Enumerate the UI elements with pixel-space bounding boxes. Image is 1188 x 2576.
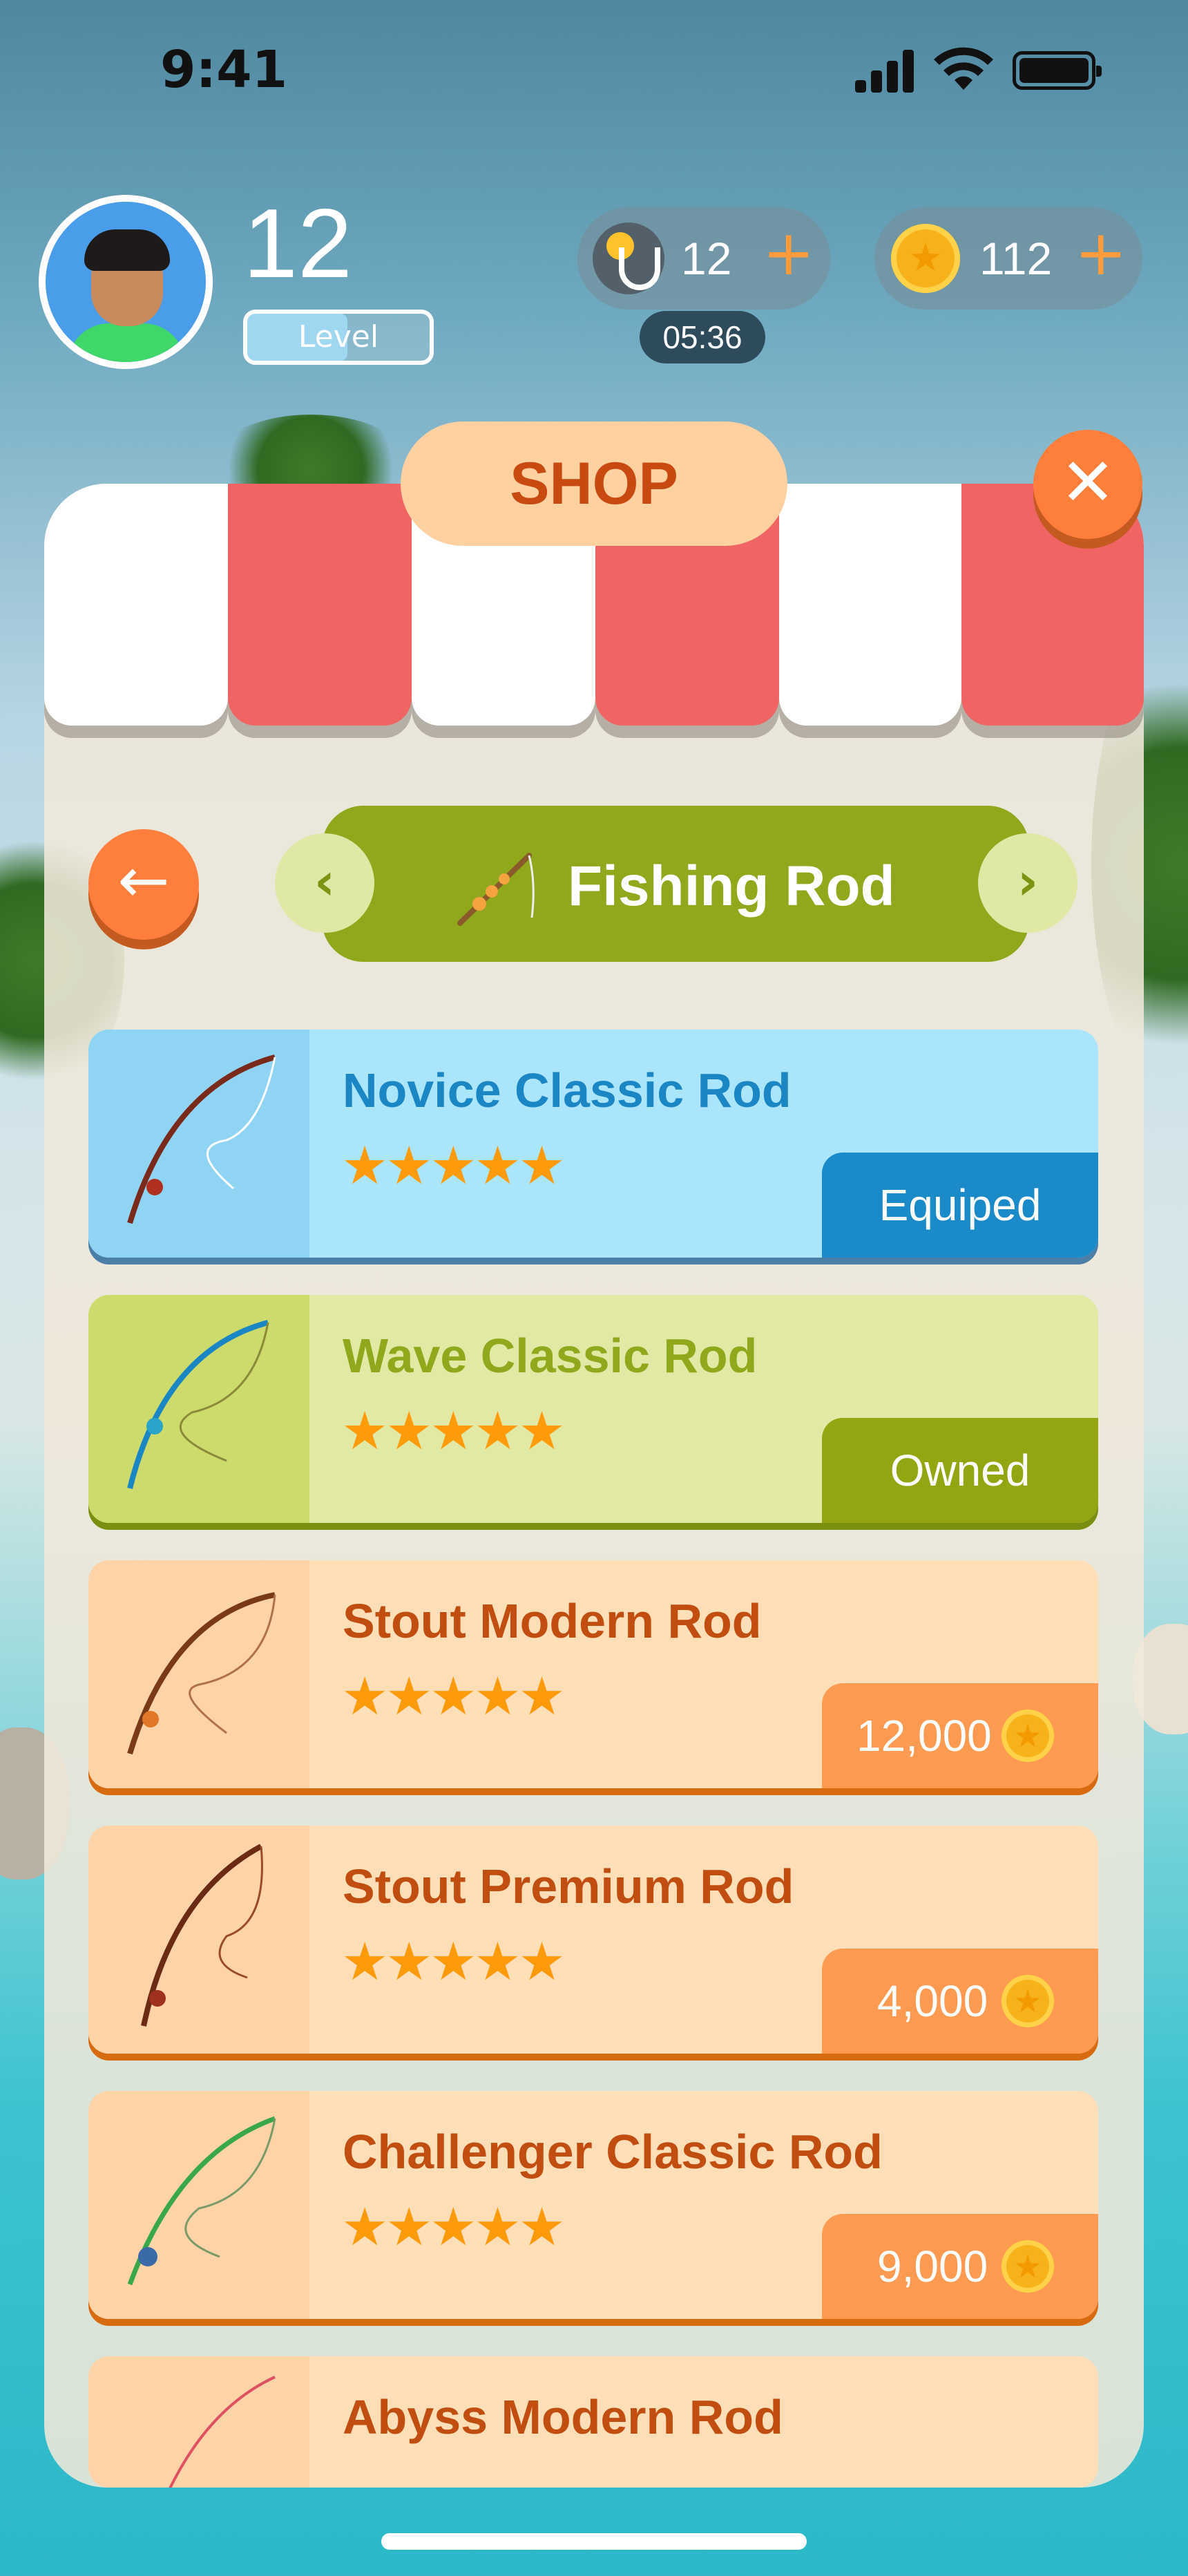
item-rating-stars: ★★★★★ xyxy=(341,1931,566,1992)
add-hooks-button[interactable]: + xyxy=(763,222,814,285)
item-name: Wave Classic Rod xyxy=(343,1329,758,1383)
next-category-button[interactable]: › xyxy=(978,833,1077,933)
wifi-icon xyxy=(934,47,993,90)
coin-icon: ★ xyxy=(1002,2240,1054,2293)
status-bar: 9:41 xyxy=(0,0,1188,138)
item-name: Stout Premium Rod xyxy=(343,1859,794,1913)
shop-item-card[interactable]: Stout Premium Rod ★★★★★ 4,000 ★ xyxy=(88,1826,1098,2054)
player-level: 12 xyxy=(243,189,352,299)
coins-counter: 112 + xyxy=(874,207,1142,310)
shop-title: SHOP xyxy=(401,422,787,546)
rod-thumbnail xyxy=(88,2091,309,2319)
shop-item-card[interactable]: Stout Modern Rod ★★★★★ 12,000 ★ xyxy=(88,1560,1098,1788)
hooks-value: 12 xyxy=(681,233,732,284)
rod-thumbnail xyxy=(88,1295,309,1523)
buy-price-button[interactable]: 12,000 ★ xyxy=(822,1683,1098,1788)
back-button[interactable]: ← xyxy=(88,829,199,940)
hook-refill-timer: 05:36 xyxy=(640,311,765,363)
buy-price-button[interactable]: 4,000 ★ xyxy=(822,1949,1098,2054)
rod-thumbnail xyxy=(88,1560,309,1788)
item-rating-stars: ★★★★★ xyxy=(341,2196,566,2257)
home-indicator[interactable] xyxy=(381,2533,807,2550)
add-coins-button[interactable]: + xyxy=(1075,222,1127,285)
coins-value: 112 xyxy=(979,233,1053,284)
rod-thumbnail xyxy=(88,1826,309,2054)
level-label: Level xyxy=(298,319,379,354)
level-progress-bar: Level xyxy=(243,310,434,365)
item-rating-stars: ★★★★★ xyxy=(341,1400,566,1461)
shop-item-card[interactable]: Novice Classic Rod ★★★★★ Equiped xyxy=(88,1030,1098,1258)
buy-price-button[interactable]: 9,000 ★ xyxy=(822,2214,1098,2319)
rod-thumbnail xyxy=(88,2356,309,2488)
item-rating-stars: ★★★★★ xyxy=(341,1135,566,1196)
shop-item-card[interactable]: Challenger Classic Rod ★★★★★ 9,000 ★ xyxy=(88,2091,1098,2319)
item-price: 12,000 xyxy=(856,1711,992,1761)
item-name: Novice Classic Rod xyxy=(343,1063,792,1117)
owned-badge: Owned xyxy=(822,1418,1098,1523)
item-name: Stout Modern Rod xyxy=(343,1594,762,1648)
coin-icon: ★ xyxy=(1002,1975,1054,2027)
status-time: 9:41 xyxy=(160,40,288,100)
item-price: 9,000 xyxy=(877,2242,988,2291)
hook-icon xyxy=(593,222,664,294)
fishing-rod-icon xyxy=(457,853,535,926)
rod-thumbnail xyxy=(88,1030,309,1258)
cellular-signal-icon xyxy=(855,48,914,93)
coin-icon: ★ xyxy=(1002,1710,1054,1762)
hooks-counter: 12 + xyxy=(577,207,830,310)
coin-icon xyxy=(891,224,960,293)
item-rating-stars: ★★★★★ xyxy=(341,1665,566,1727)
player-avatar[interactable] xyxy=(39,195,213,369)
item-price: 4,000 xyxy=(877,1976,988,2026)
previous-category-button[interactable]: ‹ xyxy=(275,833,374,933)
shop-item-card[interactable]: Wave Classic Rod ★★★★★ Owned xyxy=(88,1295,1098,1523)
battery-icon xyxy=(1013,51,1102,90)
close-shop-button[interactable]: ✕ xyxy=(1033,430,1142,539)
category-title: Fishing Rod xyxy=(568,855,895,918)
shop-item-card[interactable]: Abyss Modern Rod xyxy=(88,2356,1098,2488)
item-name: Abyss Modern Rod xyxy=(343,2390,783,2444)
equipped-badge: Equiped xyxy=(822,1153,1098,1258)
item-name: Challenger Classic Rod xyxy=(343,2125,883,2179)
